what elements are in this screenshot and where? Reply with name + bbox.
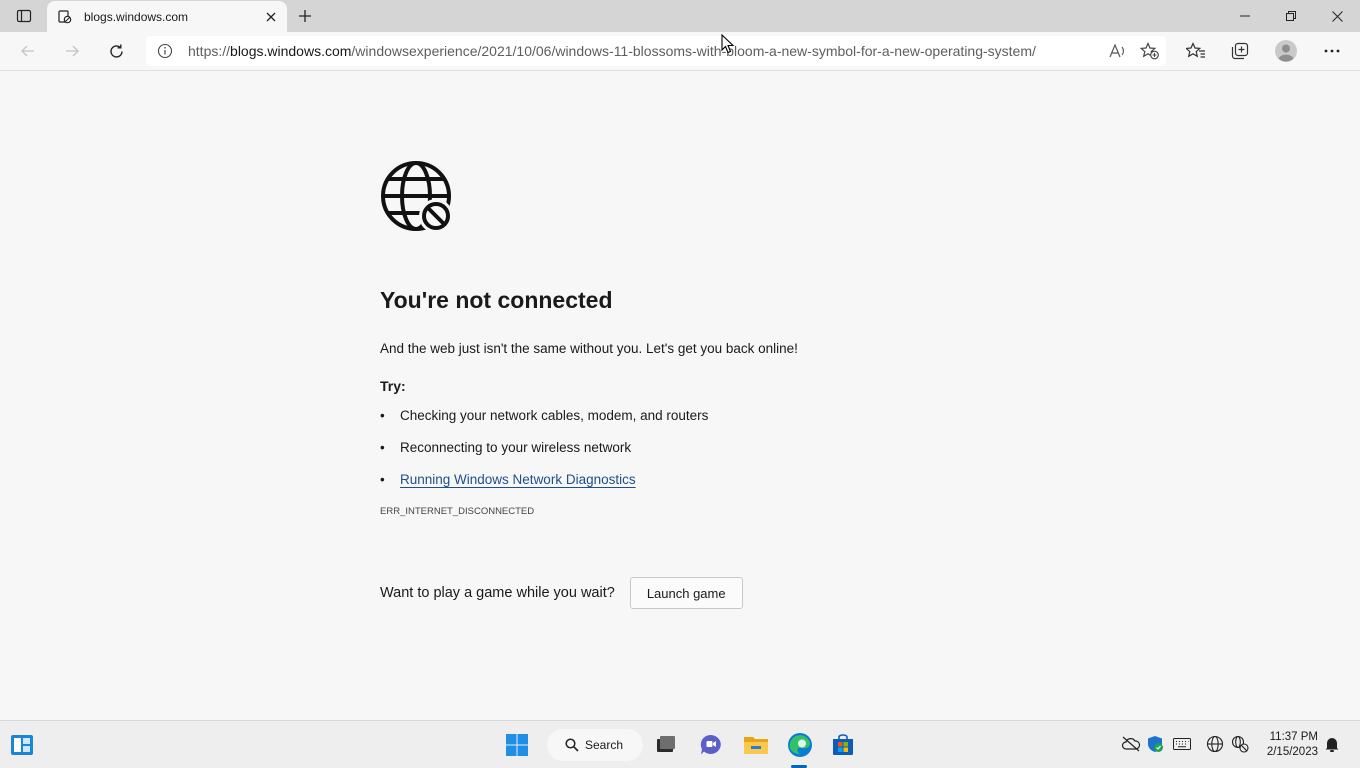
keyboard-tray-button[interactable] [1171, 733, 1193, 755]
back-button[interactable] [12, 36, 44, 66]
read-aloud-icon [1109, 43, 1125, 58]
list-item: • Reconnecting to your wireless network [380, 440, 980, 472]
bullet: • [380, 440, 385, 455]
collections-icon [1231, 42, 1249, 60]
notifications-button[interactable] [1321, 733, 1343, 755]
store-icon [833, 734, 853, 755]
refresh-icon [109, 44, 123, 58]
url-prefix: https:// [188, 43, 231, 59]
forward-arrow-icon [66, 45, 79, 57]
suggestion-wireless: Reconnecting to your wireless network [400, 440, 632, 455]
url-path: /windowsexperience/2021/10/06/windows-11… [351, 43, 1036, 59]
language-icon [1206, 735, 1224, 753]
task-view-icon [657, 736, 675, 752]
edge-icon [788, 733, 812, 757]
edge-taskbar-button[interactable] [783, 729, 817, 761]
site-favicon-icon [57, 9, 73, 25]
profile-button[interactable] [1270, 36, 1302, 66]
search-icon [565, 738, 579, 752]
more-button[interactable] [1316, 36, 1348, 66]
url-host: blogs.windows.com [230, 43, 352, 59]
restore-icon [1286, 11, 1296, 21]
network-diagnostics-link[interactable]: Running Windows Network Diagnostics [400, 472, 636, 487]
defender-icon [1148, 736, 1163, 752]
more-icon [1324, 49, 1340, 53]
favorites-icon [1186, 42, 1205, 58]
suggestion-list: • Checking your network cables, modem, an… [380, 408, 980, 504]
taskbar-search-button[interactable]: Search [547, 729, 643, 761]
notifications-icon [1325, 738, 1339, 752]
favorites-button[interactable] [1180, 36, 1212, 66]
widgets-button[interactable] [5, 729, 39, 761]
address-bar[interactable]: https://blogs.windows.com/windowsexperie… [146, 36, 1166, 66]
profile-icon [1275, 40, 1297, 62]
url-text[interactable]: https://blogs.windows.com/windowsexperie… [188, 43, 1102, 59]
try-label: Try: [380, 378, 406, 394]
collections-button[interactable] [1224, 36, 1256, 66]
store-button[interactable] [826, 729, 860, 761]
error-description: And the web just isn't the same without … [380, 341, 798, 356]
file-explorer-icon [744, 737, 768, 754]
refresh-button[interactable] [100, 36, 132, 66]
forward-button[interactable] [56, 36, 88, 66]
widgets-icon [11, 735, 33, 755]
close-window-button[interactable] [1314, 0, 1360, 32]
clock-time: 11:37 PM [1269, 731, 1318, 743]
plus-icon [299, 10, 311, 22]
network-tray-button[interactable] [1229, 733, 1251, 755]
back-arrow-icon [21, 45, 34, 57]
file-explorer-button[interactable] [739, 729, 773, 761]
bullet: • [380, 408, 385, 423]
bullet: • [380, 472, 385, 487]
keyboard-icon [1173, 738, 1191, 750]
network-off-icon [1231, 735, 1249, 753]
minimize-button[interactable] [1222, 0, 1268, 32]
browser-toolbar: https://blogs.windows.com/windowsexperie… [0, 32, 1360, 71]
launch-game-button[interactable]: Launch game [629, 577, 743, 609]
system-clock[interactable]: 11:37 PM 2/15/2023 [1258, 730, 1318, 760]
chat-icon [700, 734, 721, 755]
tab-actions-button[interactable] [8, 4, 40, 28]
info-icon[interactable] [155, 41, 175, 61]
add-favorite-icon [1140, 42, 1159, 60]
search-label: Search [585, 738, 624, 752]
title-bar: blogs.windows.com [0, 0, 1360, 32]
suggestion-cables: Checking your network cables, modem, and… [400, 408, 709, 423]
game-prompt: Want to play a game while you wait? [380, 585, 615, 601]
error-code: ERR_INTERNET_DISCONNECTED [380, 506, 535, 517]
task-view-button[interactable] [649, 729, 683, 761]
onedrive-tray-button[interactable] [1120, 733, 1142, 755]
onedrive-off-icon [1121, 736, 1141, 752]
globe-blocked-icon [381, 161, 453, 233]
list-item: • Checking your network cables, modem, an… [380, 408, 980, 440]
game-row: Want to play a game while you wait? Laun… [380, 577, 980, 609]
mouse-cursor-icon [721, 34, 735, 54]
list-item: • Running Windows Network Diagnostics [380, 472, 980, 504]
browser-tab[interactable]: blogs.windows.com [47, 1, 287, 32]
error-page: You're not connected And the web just is… [380, 160, 980, 609]
read-aloud-button[interactable] [1102, 36, 1134, 66]
language-tray-button[interactable] [1204, 733, 1226, 755]
start-button[interactable] [500, 729, 534, 761]
sidebar-toggle-icon [16, 9, 32, 23]
minimize-icon [1240, 15, 1250, 17]
defender-tray-button[interactable] [1144, 733, 1166, 755]
windows-start-icon [506, 734, 528, 756]
add-favorite-button[interactable] [1134, 36, 1166, 66]
new-tab-button[interactable] [292, 4, 318, 28]
taskbar: Search 11:37 PM 2/15/2023 [0, 720, 1360, 768]
restore-button[interactable] [1268, 0, 1314, 32]
tab-close-button[interactable] [259, 5, 283, 29]
close-icon [1331, 10, 1343, 22]
close-icon [266, 12, 276, 21]
tab-title: blogs.windows.com [84, 9, 189, 24]
error-title: You're not connected [380, 287, 613, 313]
chat-button[interactable] [694, 729, 728, 761]
clock-date: 2/15/2023 [1266, 746, 1318, 758]
